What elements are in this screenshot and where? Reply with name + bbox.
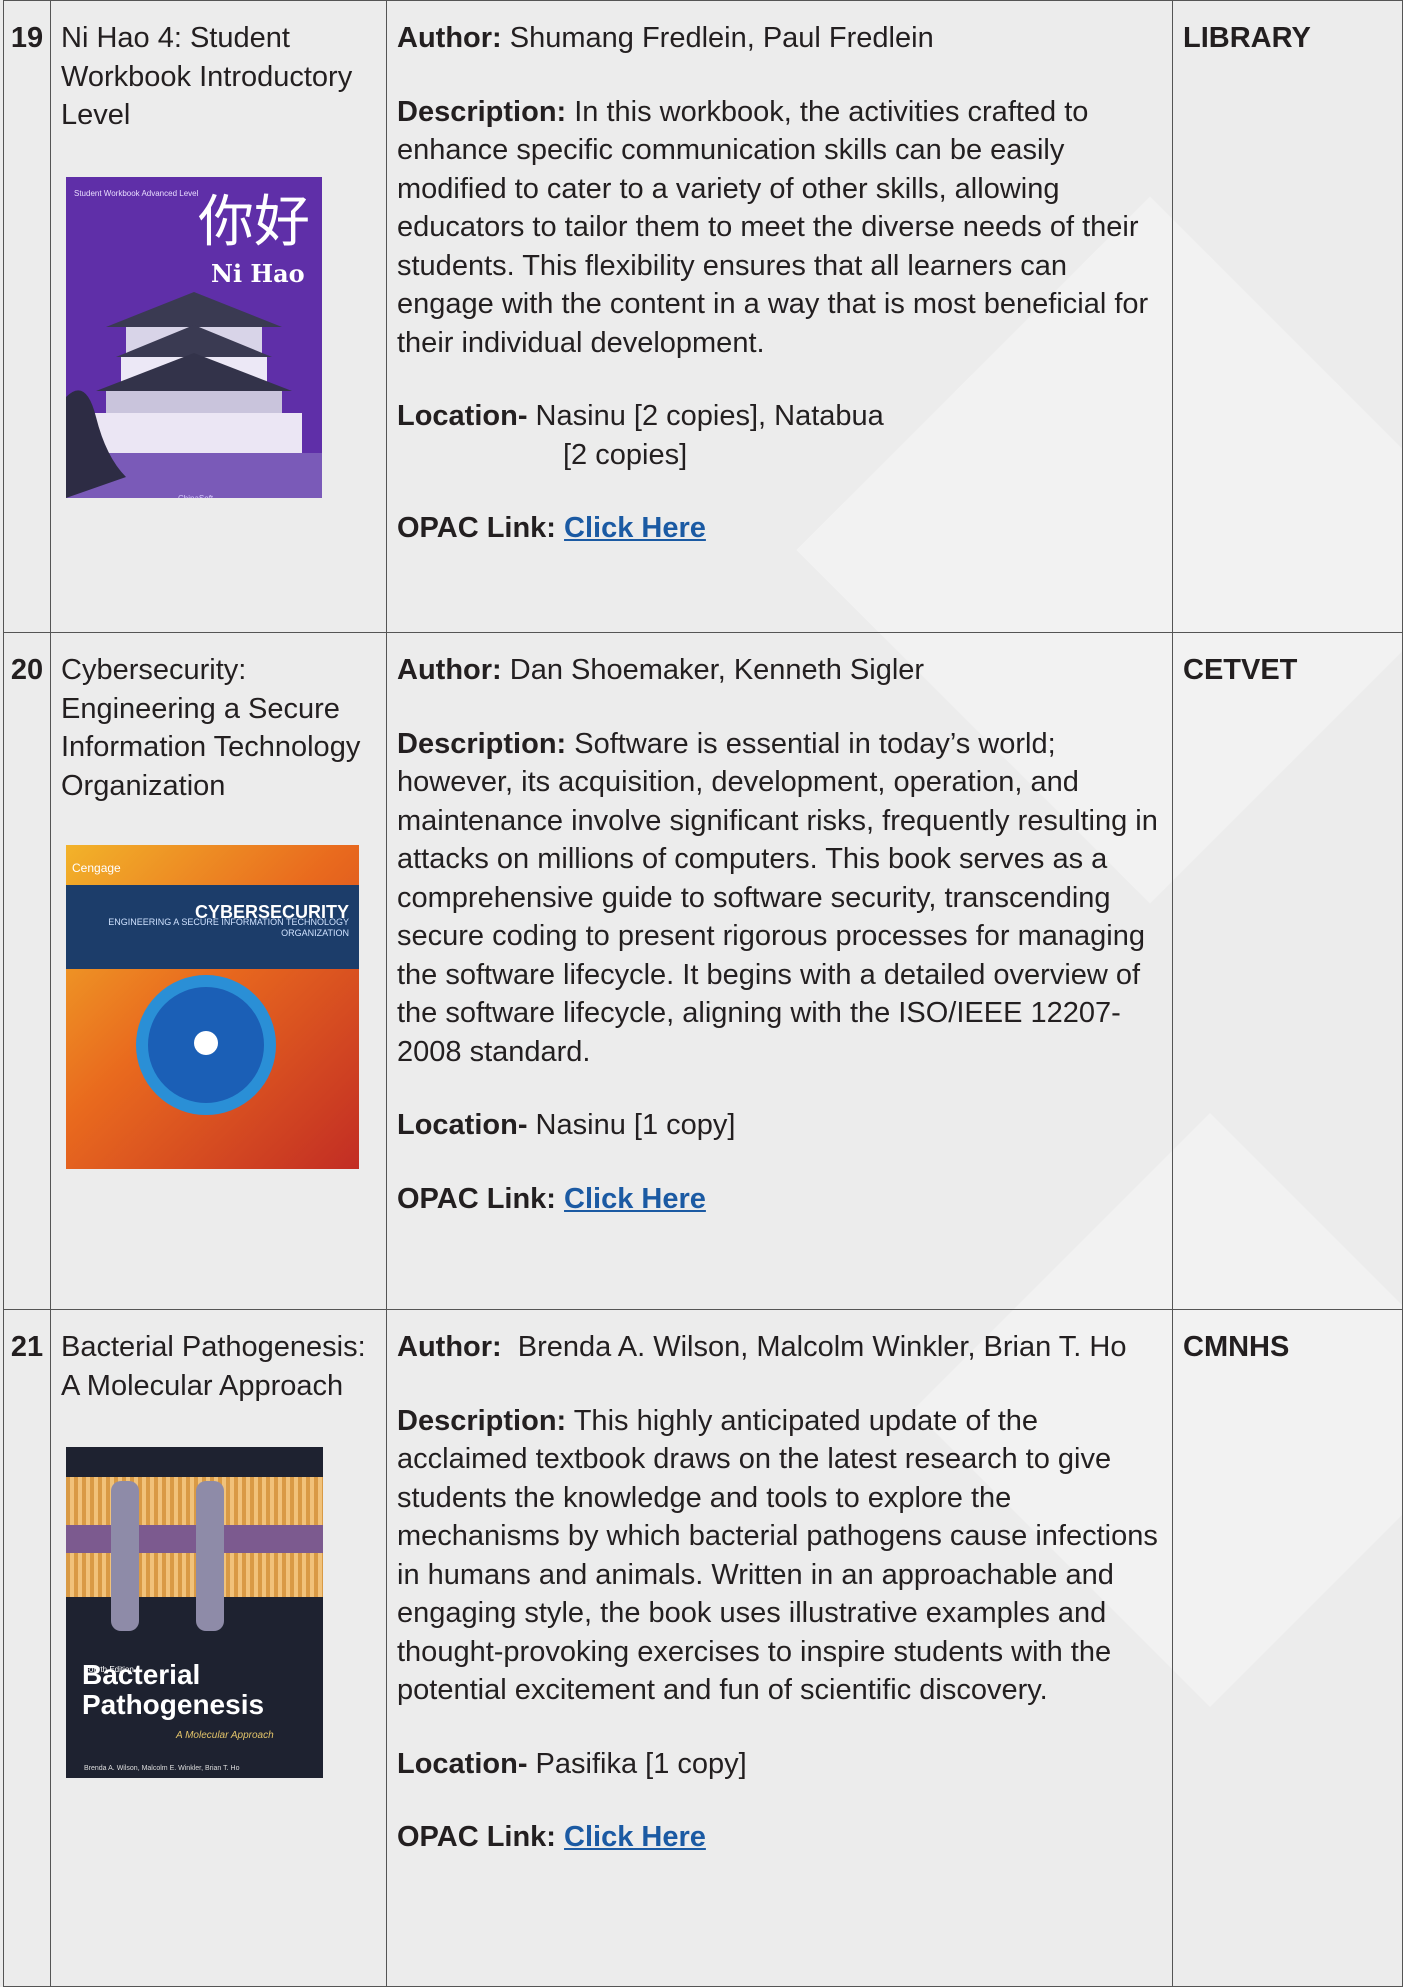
book-title: Cybersecurity: Engineering a Secure Info…: [61, 654, 361, 802]
entry-number: 21: [3, 1309, 51, 1987]
author-value: Shumang Fredlein, Paul Fredlein: [501, 22, 934, 54]
location-line: Location- Nasinu [2 copies], Natabua [2 c…: [397, 397, 1162, 474]
book-title-cell: Bacterial Pathogenesis: A Molecular Appr…: [50, 1309, 387, 1987]
description-text: This highly anticipated update of the ac…: [397, 1404, 1158, 1707]
description-label: Description:: [397, 727, 567, 760]
department-tag: CETVET: [1172, 632, 1403, 1310]
description-block: Description: In this workbook, the activ…: [397, 93, 1162, 363]
cover-publisher: Cengage: [72, 861, 121, 875]
location-label: Location-: [397, 400, 528, 432]
author-value: Dan Shoemaker, Kenneth Sigler: [501, 654, 925, 686]
author-label: Author:: [397, 654, 502, 686]
location-value: Nasinu [1 copy]: [527, 1109, 736, 1141]
cover-membrane-band: [66, 1525, 323, 1553]
book-cover-image: Student Workbook Advanced Level 你好 Ni Ha…: [66, 176, 322, 498]
entry-number: 19: [3, 0, 51, 633]
opac-link[interactable]: Click Here: [564, 1821, 706, 1853]
table-row: 21 Bacterial Pathogenesis: A Molecular A…: [3, 1309, 1403, 1987]
location-label: Location-: [397, 1747, 528, 1780]
cover-authors: Brenda A. Wilson, Malcolm E. Winkler, Br…: [84, 1765, 240, 1772]
location-line: Location- Pasifika [1 copy]: [397, 1745, 1162, 1784]
opac-link[interactable]: Click Here: [564, 1183, 706, 1215]
cover-pore-graphic: [196, 1481, 224, 1631]
table-row: 19 Ni Hao 4: Student Workbook Introducto…: [3, 0, 1403, 633]
description-label: Description:: [397, 95, 567, 128]
book-title-cell: Cybersecurity: Engineering a Secure Info…: [50, 632, 387, 1310]
cover-subtitle: ENGINEERING A SECURE INFORMATION TECHNOL…: [108, 917, 349, 938]
department-tag: LIBRARY: [1172, 0, 1403, 633]
author-line: Author: Dan Shoemaker, Kenneth Sigler: [397, 651, 1162, 690]
opac-line: OPAC Link: Click Here: [397, 509, 1162, 548]
book-details-cell: Author: Dan Shoemaker, Kenneth Sigler De…: [386, 632, 1173, 1310]
description-block: Description: This highly anticipated upd…: [397, 1402, 1162, 1710]
author-label: Author:: [397, 1331, 502, 1363]
author-line: Author: Shumang Fredlein, Paul Fredlein: [397, 19, 1162, 58]
table-row: 20 Cybersecurity: Engineering a Secure I…: [3, 632, 1403, 1310]
book-details-cell: Author: Brenda A. Wilson, Malcolm Winkle…: [386, 1309, 1173, 1987]
description-text: In this workbook, the activities crafted…: [397, 95, 1149, 359]
department-tag: CMNHS: [1172, 1309, 1403, 1987]
book-details-cell: Author: Shumang Fredlein, Paul Fredlein …: [386, 0, 1173, 633]
book-title: Ni Hao 4: Student Workbook Introductory …: [61, 22, 353, 131]
opac-line: OPAC Link: Click Here: [397, 1818, 1162, 1857]
opac-label: OPAC Link:: [397, 1182, 556, 1215]
book-cover-image: Fourth Edition Bacterial Pathogenesis A …: [66, 1447, 323, 1778]
description-label: Description:: [397, 1404, 567, 1437]
location-value: Pasifika [1 copy]: [527, 1747, 747, 1780]
opac-label: OPAC Link:: [397, 512, 556, 544]
book-title: Bacterial Pathogenesis: A Molecular Appr…: [61, 1331, 366, 1402]
book-cover-image: Cengage CYBERSECURITY ENGINEERING A SECU…: [66, 845, 359, 1169]
description-text: Software is essential in today’s world; …: [397, 727, 1158, 1068]
book-title-cell: Ni Hao 4: Student Workbook Introductory …: [50, 0, 387, 633]
cover-pore-graphic: [111, 1481, 139, 1631]
description-block: Description: Software is essential in to…: [397, 725, 1162, 1072]
cover-title: Bacterial Pathogenesis: [82, 1659, 265, 1720]
opac-label: OPAC Link:: [397, 1821, 556, 1853]
keyhole-graphic: [194, 1031, 218, 1055]
temple-illustration: [66, 291, 322, 498]
opac-link[interactable]: Click Here: [564, 512, 706, 544]
book-list-table: 19 Ni Hao 4: Student Workbook Introducto…: [3, 0, 1403, 1987]
author-line: Author: Brenda A. Wilson, Malcolm Winkle…: [397, 1328, 1162, 1367]
location-value-continued: [2 copies]: [563, 438, 688, 471]
location-line: Location- Nasinu [1 copy]: [397, 1106, 1162, 1145]
author-value: Brenda A. Wilson, Malcolm Winkler, Brian…: [501, 1331, 1127, 1363]
opac-line: OPAC Link: Click Here: [397, 1180, 1162, 1219]
location-value: Nasinu [2 copies], Natabua: [527, 400, 884, 432]
entry-number: 20: [3, 632, 51, 1310]
cover-publisher: ChinaSoft: [178, 480, 213, 498]
author-label: Author:: [397, 22, 502, 54]
location-label: Location-: [397, 1109, 528, 1141]
